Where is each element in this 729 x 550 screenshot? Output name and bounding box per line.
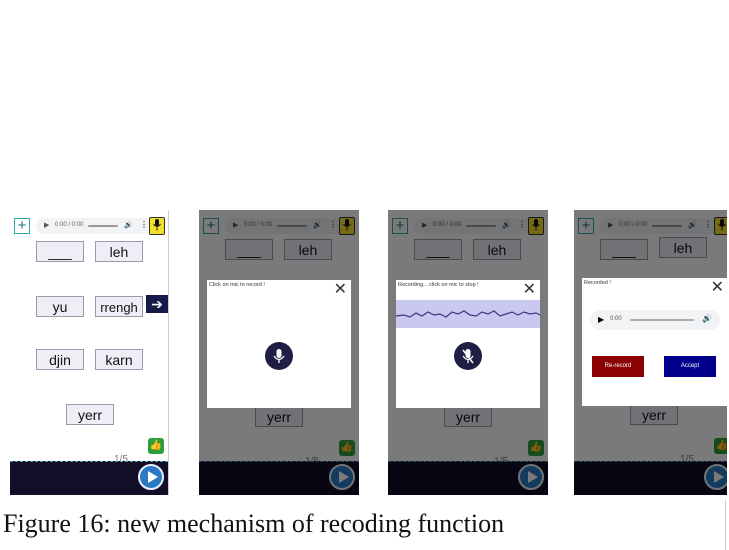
rerecord-button[interactable]: Re-record: [592, 356, 644, 377]
audio-time: 0:00 / 0:00: [55, 222, 84, 228]
volume-icon[interactable]: 🔊: [702, 314, 712, 323]
playback-track[interactable]: [630, 319, 694, 321]
audio-track[interactable]: [88, 225, 118, 227]
recording-instruction: Recording... click on mic to stop !: [398, 282, 479, 288]
plus-icon[interactable]: +: [14, 218, 30, 234]
recorded-modal: Recorded ! ✕ ▶ 0:00 🔊 Re-record Accept: [582, 278, 727, 406]
word-button-leh[interactable]: leh: [95, 241, 143, 262]
screen-2-record: + ▶ 0:00 / 0:00 🔊 ⋮ ___ leh yerr 👍 1/5 C…: [199, 210, 359, 495]
record-modal: Click on mic to record ! ✕: [207, 280, 351, 408]
mic-record-button[interactable]: [265, 342, 293, 370]
mic-icon[interactable]: [149, 217, 165, 235]
playback-time: 0:00: [610, 316, 622, 322]
phone-body: + ▶ 0:00 / 0:00 🔊 ⋮ ___ leh yu rrengh dj…: [10, 210, 169, 495]
word-button-yu[interactable]: yu: [36, 296, 84, 317]
screen-3-recording: + ▶ 0:00 / 0:00 🔊 ⋮ ___ leh yerr 👍 1/5 R…: [388, 210, 548, 495]
playback-player[interactable]: ▶ 0:00 🔊: [590, 310, 720, 330]
next-arrow-button[interactable]: ➔: [146, 295, 168, 313]
word-button-karn[interactable]: karn: [95, 349, 143, 370]
screen-4-recorded: + ▶ 0:00 / 0:00 🔊 ⋮ ___ leh yerr 👍 1/5 R…: [574, 210, 727, 495]
mic-off-icon: [462, 349, 474, 364]
thumbs-up-icon[interactable]: 👍: [148, 438, 164, 454]
figure-page: { "caption": "Figure 16: new mechanism o…: [0, 0, 729, 550]
more-options-icon[interactable]: ⋮: [140, 220, 148, 229]
waveform-band: [395, 300, 541, 328]
close-icon[interactable]: ✕: [711, 280, 724, 296]
close-icon[interactable]: ✕: [334, 282, 347, 298]
audio-player[interactable]: ▶ 0:00 / 0:00 🔊 ⋮: [36, 218, 154, 234]
volume-icon[interactable]: 🔊: [124, 221, 133, 229]
play-icon[interactable]: ▶: [598, 315, 604, 324]
divider-line: [725, 500, 726, 550]
screen-1-main: + ▶ 0:00 / 0:00 🔊 ⋮ ___ leh yu rrengh dj…: [10, 210, 170, 495]
mic-glyph: [153, 219, 161, 231]
mic-icon: [273, 349, 285, 363]
accept-button[interactable]: Accept: [664, 356, 716, 377]
bottom-bar: [10, 461, 168, 495]
recorded-status: Recorded !: [584, 280, 611, 286]
word-button-blank[interactable]: ___: [36, 241, 84, 262]
play-icon[interactable]: ▶: [44, 221, 49, 229]
waveform: [395, 310, 541, 318]
word-button-rrengh[interactable]: rrengh: [95, 296, 143, 317]
top-bar: + ▶ 0:00 / 0:00 🔊 ⋮: [10, 210, 168, 240]
record-instruction: Click on mic to record !: [209, 282, 265, 288]
close-icon[interactable]: ✕: [523, 282, 536, 298]
word-button-yerr[interactable]: yerr: [66, 404, 114, 425]
word-button-djin[interactable]: djin: [36, 349, 84, 370]
mic-stop-button[interactable]: [454, 342, 482, 370]
figure-caption: Figure 16: new mechanism of recoding fun…: [3, 509, 505, 538]
recording-modal: Recording... click on mic to stop ! ✕: [395, 280, 541, 408]
play-button[interactable]: [138, 464, 164, 490]
